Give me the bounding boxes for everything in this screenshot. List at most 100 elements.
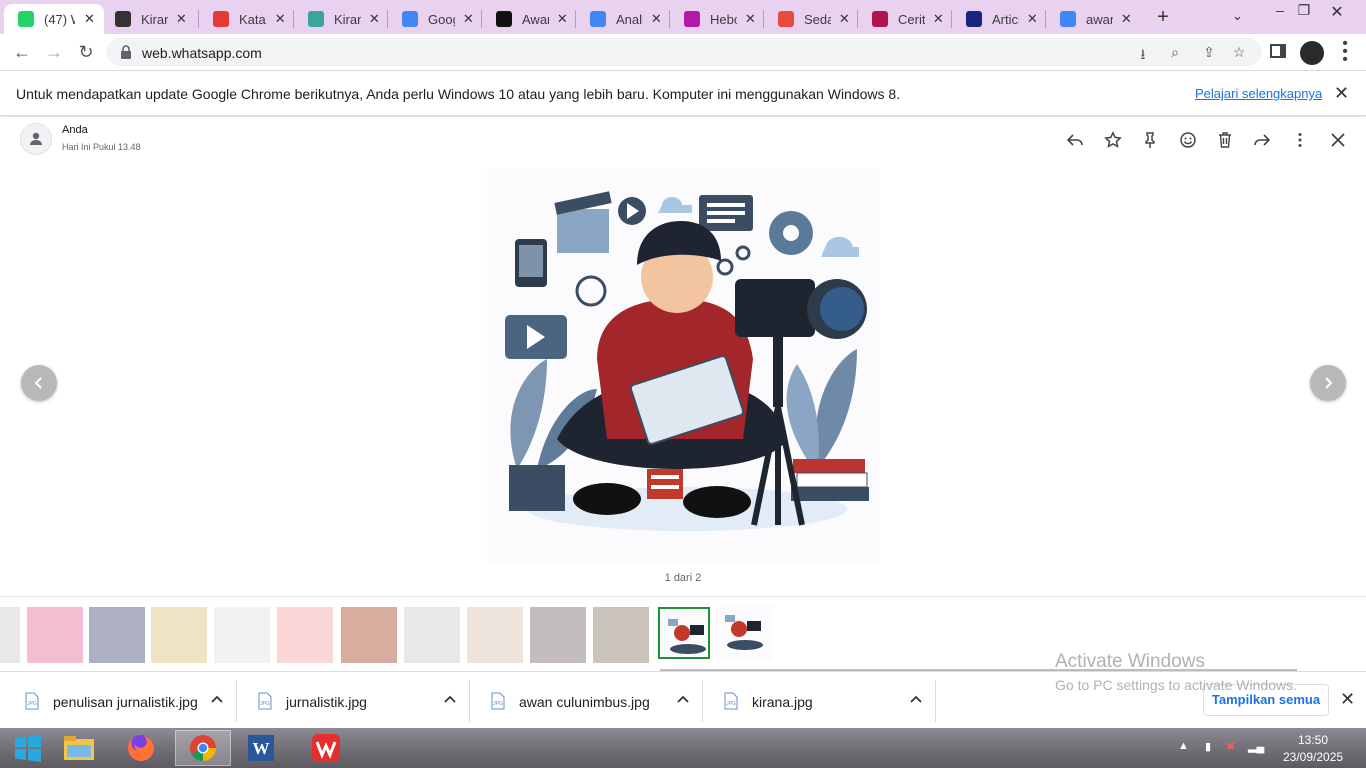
battery-icon[interactable]: ▮: [1205, 740, 1211, 753]
activate-windows-title: Activate Windows: [1055, 651, 1205, 672]
media-thumbnail[interactable]: [593, 607, 649, 663]
media-thumbnail[interactable]: [717, 605, 773, 663]
tab-close-icon[interactable]: ✕: [463, 11, 474, 27]
profile-avatar[interactable]: [1300, 41, 1324, 65]
wps-icon[interactable]: [298, 730, 354, 766]
restore-button[interactable]: ❐: [1289, 2, 1319, 20]
browser-tab[interactable]: Kata K ✕: [199, 4, 294, 34]
browser-tab[interactable]: Awan ✕: [482, 4, 576, 34]
browser-tab[interactable]: Goog ✕: [388, 4, 482, 34]
media-thumbnail[interactable]: [530, 607, 586, 663]
previous-media-button[interactable]: [21, 365, 57, 401]
tab-title: Cerita: [898, 11, 925, 27]
tab-close-icon[interactable]: ✕: [1027, 11, 1038, 27]
browser-tab[interactable]: awan ✕: [1046, 4, 1140, 34]
gemini-icon: [402, 11, 418, 27]
tab-close-icon[interactable]: ✕: [176, 11, 187, 27]
media-thumbnail[interactable]: [277, 607, 333, 663]
more-icon[interactable]: [1289, 129, 1311, 151]
download-item[interactable]: JPG penulisan jurnalistik.jpg: [4, 680, 237, 722]
media-thumbnail[interactable]: [151, 607, 207, 663]
media-thumbnail[interactable]: [341, 607, 397, 663]
download-item[interactable]: JPG kirana.jpg: [703, 680, 936, 722]
tab-separator: [387, 10, 388, 28]
reply-icon[interactable]: [1064, 129, 1086, 151]
tab-search-icon[interactable]: ⌄: [1232, 8, 1243, 24]
browser-tab[interactable]: Kirana ✕: [101, 4, 195, 34]
chevron-up-icon[interactable]: [210, 692, 224, 711]
chevron-up-icon[interactable]: [909, 692, 923, 711]
next-media-button[interactable]: [1310, 365, 1346, 401]
tab-close-icon[interactable]: ✕: [651, 11, 662, 27]
download-item[interactable]: JPG jurnalistik.jpg: [237, 680, 470, 722]
emoji-icon[interactable]: [1177, 129, 1199, 151]
tray-expand-icon[interactable]: ▲: [1178, 740, 1189, 752]
close-icon[interactable]: [1327, 129, 1349, 151]
clock-date[interactable]: 23/09/2025: [1283, 750, 1343, 764]
app-icon: [496, 11, 512, 27]
new-tab-button[interactable]: +: [1152, 6, 1174, 29]
side-panel-icon[interactable]: [1270, 44, 1286, 58]
back-button[interactable]: ←: [10, 40, 34, 64]
browser-tab[interactable]: (47) W ✕: [4, 4, 104, 34]
chevron-up-icon[interactable]: [676, 692, 690, 711]
chrome-icon[interactable]: [175, 730, 231, 766]
image-file-icon: JPG: [490, 692, 506, 710]
tab-close-icon[interactable]: ✕: [557, 11, 568, 27]
pin-icon[interactable]: [1139, 129, 1161, 151]
download-filename: penulisan jurnalistik.jpg: [53, 694, 198, 710]
window-close-button[interactable]: ✕: [1322, 2, 1352, 21]
learn-more-link[interactable]: Pelajari selengkapnya: [1195, 86, 1322, 101]
tab-close-icon[interactable]: ✕: [1121, 11, 1132, 27]
star-icon[interactable]: [1102, 129, 1124, 151]
delete-icon[interactable]: [1214, 129, 1236, 151]
firefox-icon[interactable]: [113, 730, 169, 766]
tab-close-icon[interactable]: ✕: [933, 11, 944, 27]
download-item[interactable]: JPG awan culunimbus.jpg: [470, 680, 703, 722]
share-icon[interactable]: ⇪: [1200, 44, 1218, 62]
chart-icon: [778, 11, 794, 27]
zoom-icon[interactable]: ⌕: [1166, 44, 1184, 62]
browser-tab[interactable]: Articl ✕: [952, 4, 1046, 34]
forward-icon[interactable]: [1251, 129, 1273, 151]
browser-tab[interactable]: Cerita ✕: [858, 4, 952, 34]
sender-avatar: [20, 123, 52, 155]
clock-time[interactable]: 13:50: [1298, 733, 1328, 747]
browser-tab[interactable]: Kirana ✕: [294, 4, 388, 34]
infobar-close-icon[interactable]: ✕: [1334, 83, 1349, 104]
tab-close-icon[interactable]: ✕: [745, 11, 756, 27]
media-thumbnail[interactable]: [89, 607, 145, 663]
tab-close-icon[interactable]: ✕: [839, 11, 850, 27]
browser-tab[interactable]: Analis ✕: [576, 4, 670, 34]
tab-title: Kata K: [239, 11, 266, 27]
media-thumbnail[interactable]: [0, 607, 20, 663]
network-disconnected-icon[interactable]: ✖: [1226, 740, 1235, 753]
install-icon[interactable]: ⭳: [1134, 44, 1152, 62]
browser-tab[interactable]: Sedar ✕: [764, 4, 858, 34]
svg-text:W: W: [253, 739, 270, 758]
windows-start-icon[interactable]: [0, 730, 56, 766]
media-thumbnail[interactable]: [27, 607, 83, 663]
address-bar[interactable]: web.whatsapp.com ⭳ ⌕ ⇪ ☆: [106, 38, 1262, 66]
forward-button[interactable]: →: [42, 40, 66, 64]
chrome-menu-icon[interactable]: • • •: [1338, 36, 1352, 68]
chevron-right-icon: [1325, 377, 1333, 389]
media-thumbnail[interactable]: [658, 607, 710, 659]
bookmark-star-icon[interactable]: ☆: [1230, 44, 1248, 62]
word-icon[interactable]: W: [233, 730, 289, 766]
media-thumbnail[interactable]: [214, 607, 270, 663]
file-explorer-icon[interactable]: [51, 730, 107, 766]
reload-button[interactable]: ↻: [74, 40, 98, 64]
downloads-close-icon[interactable]: ✕: [1340, 689, 1355, 710]
chevron-up-icon[interactable]: [443, 692, 457, 711]
media-thumbnail[interactable]: [404, 607, 460, 663]
tab-separator: [293, 10, 294, 28]
signal-icon[interactable]: ▂▄: [1248, 740, 1264, 753]
tab-close-icon[interactable]: ✕: [83, 11, 96, 27]
media-thumbnail[interactable]: [467, 607, 523, 663]
tab-close-icon[interactable]: ✕: [274, 11, 286, 27]
tab-close-icon[interactable]: ✕: [369, 11, 380, 27]
person-icon: [30, 132, 42, 145]
download-filename: kirana.jpg: [752, 694, 813, 710]
browser-tab[interactable]: Hebo ✕: [670, 4, 764, 34]
